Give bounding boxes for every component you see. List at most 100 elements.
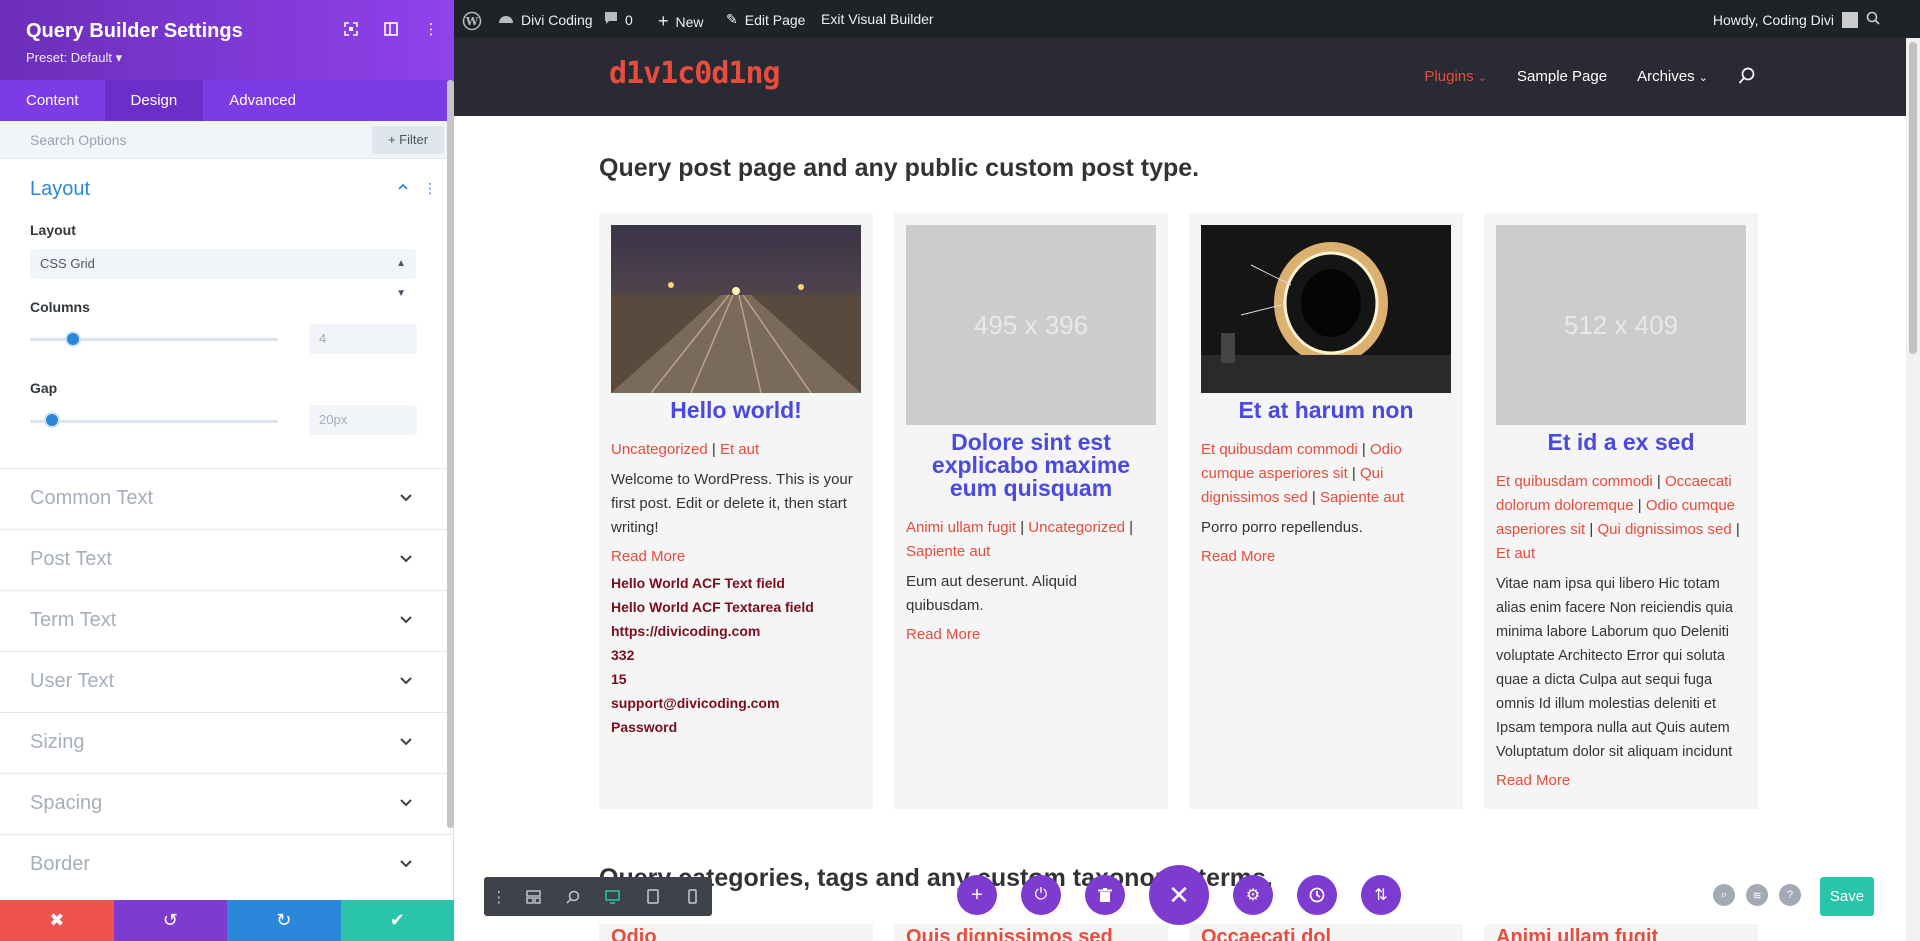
gap-slider-handle[interactable]	[44, 412, 60, 428]
gap-slider[interactable]	[30, 420, 278, 423]
accordion-common-text[interactable]: Common Text	[0, 468, 454, 529]
category-link[interactable]: Animi ullam fugit	[906, 519, 1016, 536]
page-content: Query post page and any public custom po…	[454, 116, 1906, 941]
tablet-view-icon[interactable]	[633, 889, 673, 904]
post-image[interactable]	[1201, 225, 1451, 393]
category-link[interactable]: Et quibusdam commodi	[1496, 473, 1653, 490]
admin-bar-exit-builder[interactable]: Exit Visual Builder	[821, 11, 934, 27]
history-button[interactable]	[1297, 875, 1337, 915]
term-title[interactable]: Animi ullam fugit	[1496, 926, 1746, 941]
page-settings-button[interactable]: ⚙	[1233, 875, 1273, 915]
read-more-link[interactable]: Read More	[1496, 772, 1746, 789]
post-title[interactable]: Dolore sint est explicabo maxime eum qui…	[906, 431, 1156, 500]
scrollbar-thumb[interactable]	[1909, 42, 1917, 354]
read-more-link[interactable]: Read More	[1201, 548, 1451, 565]
accordion-user-text[interactable]: User Text	[0, 651, 454, 712]
term-title[interactable]: Odio	[611, 926, 861, 941]
read-more-link[interactable]: Read More	[906, 626, 1156, 643]
split-view-icon[interactable]	[382, 20, 400, 38]
tab-content[interactable]: Content	[0, 80, 105, 121]
post-categories: Uncategorized | Et aut	[611, 441, 760, 458]
admin-bar-new[interactable]: + New	[658, 11, 704, 32]
desktop-view-icon[interactable]	[593, 889, 633, 904]
phone-view-icon[interactable]	[672, 889, 712, 904]
find-replace-icon[interactable]: ⌕	[1713, 884, 1735, 906]
wireframe-view-icon[interactable]	[514, 889, 554, 904]
confirm-button[interactable]: ✔	[340, 900, 454, 941]
gap-input[interactable]: 20px	[309, 405, 417, 435]
discard-button[interactable]: ✖	[0, 900, 114, 941]
site-header: d1v1c0d1ng Plugins ⌄ Sample Page Archive…	[454, 38, 1906, 116]
help-icon[interactable]: ?	[1779, 884, 1801, 906]
builder-main-toolbar: + ⏻ ✕ ⚙ ⇅	[957, 865, 1401, 925]
search-icon[interactable]	[1866, 11, 1880, 28]
admin-bar-account[interactable]: Howdy, Coding Divi	[1713, 11, 1880, 28]
section-menu-icon[interactable]: ⋮	[423, 180, 437, 197]
read-more-link[interactable]: Read More	[611, 548, 861, 565]
save-button[interactable]: Save	[1820, 877, 1874, 916]
post-image-placeholder[interactable]: 512 x 409	[1496, 225, 1746, 425]
term-title[interactable]: Occaecati dol	[1201, 926, 1451, 941]
load-layout-button[interactable]: ⏻	[1021, 875, 1061, 915]
post-title[interactable]: Et at harum non	[1201, 399, 1451, 422]
category-link[interactable]: Et aut	[720, 441, 759, 458]
columns-slider-handle[interactable]	[65, 331, 81, 347]
category-link[interactable]: Qui dignissimos sed	[1597, 521, 1731, 538]
layers-icon[interactable]: ≋	[1746, 884, 1768, 906]
accordion-label: Sizing	[30, 731, 85, 753]
close-icon: ✕	[1168, 879, 1190, 910]
accordion-post-text[interactable]: Post Text	[0, 529, 454, 590]
post-image-placeholder[interactable]: 495 x 396	[906, 225, 1156, 425]
fullscreen-icon[interactable]	[342, 20, 360, 38]
admin-bar-comments[interactable]: 0	[604, 11, 633, 28]
zoom-icon[interactable]	[553, 890, 593, 904]
post-image[interactable]	[611, 225, 861, 393]
toolbar-menu-icon[interactable]: ⋮	[484, 888, 514, 906]
chevron-up-icon[interactable]	[397, 180, 409, 197]
search-options-input[interactable]: Search Options	[30, 132, 127, 148]
term-card: Odio	[599, 924, 873, 941]
category-link[interactable]: Sapiente aut	[1320, 489, 1404, 506]
nav-item-archives[interactable]: Archives ⌄	[1637, 68, 1708, 85]
category-link[interactable]: Sapiente aut	[906, 543, 990, 560]
tab-advanced[interactable]: Advanced	[203, 80, 322, 121]
term-card: Animi ullam fugit	[1484, 924, 1758, 941]
accordion-spacing[interactable]: Spacing	[0, 773, 454, 834]
category-link[interactable]: Et quibusdam commodi	[1201, 441, 1358, 458]
redo-button[interactable]: ↻	[227, 900, 341, 941]
more-options-icon[interactable]: ⋮	[422, 20, 440, 38]
panel-scrollbar[interactable]	[447, 80, 454, 828]
undo-button[interactable]: ↺	[113, 900, 227, 941]
acf-textarea-field: Hello World ACF Textarea field	[611, 599, 814, 615]
category-link[interactable]: Uncategorized	[1028, 519, 1125, 536]
nav-item-sample-page[interactable]: Sample Page	[1517, 68, 1607, 85]
accordion-sizing[interactable]: Sizing	[0, 712, 454, 773]
admin-bar-site[interactable]: Divi Coding	[498, 11, 593, 28]
nav-item-plugins[interactable]: Plugins ⌄	[1424, 68, 1487, 85]
columns-input[interactable]: 4	[309, 324, 417, 354]
filter-button[interactable]: + Filter	[372, 126, 444, 154]
category-link[interactable]: Uncategorized	[611, 441, 708, 458]
post-categories: Et quibusdam commodi | Occaecati dolorum…	[1496, 473, 1740, 562]
post-title[interactable]: Et id a ex sed	[1496, 431, 1746, 454]
wordpress-logo-icon[interactable]: W	[462, 11, 482, 31]
site-logo[interactable]: d1v1c0d1ng	[609, 56, 781, 91]
search-icon[interactable]	[1738, 67, 1756, 85]
category-link[interactable]: Et aut	[1496, 545, 1535, 562]
clear-layout-button[interactable]	[1085, 875, 1125, 915]
close-toolbar-button[interactable]: ✕	[1149, 865, 1209, 925]
accordion-border[interactable]: Border	[0, 834, 454, 895]
admin-bar-edit-page[interactable]: ✎ Edit Page	[726, 11, 805, 28]
post-card: Hello world! Uncategorized | Et aut Welc…	[599, 213, 873, 809]
layout-section-title[interactable]: Layout	[30, 178, 90, 201]
post-title[interactable]: Hello world!	[611, 399, 861, 422]
comment-icon	[604, 11, 618, 28]
add-module-button[interactable]: +	[957, 875, 997, 915]
term-title[interactable]: Quis dignissimos sed	[906, 926, 1156, 941]
layout-select[interactable]: CSS Grid ▲ ▼	[30, 249, 416, 299]
portability-button[interactable]: ⇅	[1361, 875, 1401, 915]
accordion-term-text[interactable]: Term Text	[0, 590, 454, 651]
page-scrollbar[interactable]	[1906, 38, 1920, 941]
preset-selector[interactable]: Preset: Default ▾	[26, 50, 122, 66]
tab-design[interactable]: Design	[104, 80, 204, 121]
